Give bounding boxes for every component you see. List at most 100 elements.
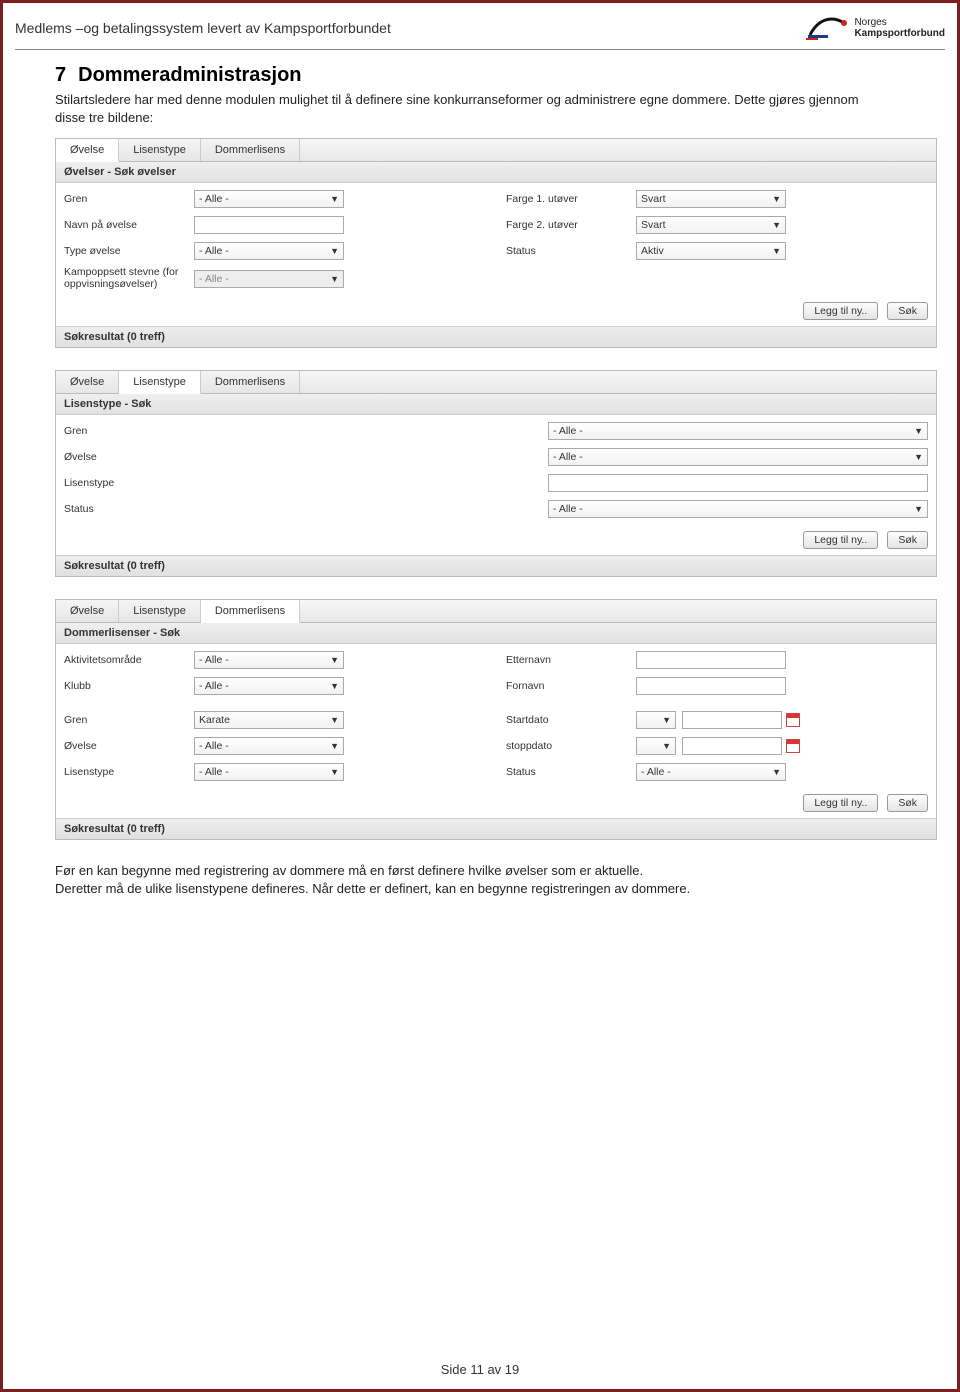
search-button[interactable]: Søk <box>887 302 928 320</box>
page-header: Medlems –og betalingssystem levert av Ka… <box>15 13 945 50</box>
label-fornavn: Fornavn <box>506 680 636 692</box>
input-stoppdato[interactable] <box>682 737 782 755</box>
search-button[interactable]: Søk <box>887 794 928 812</box>
label-gren: Gren <box>64 714 194 726</box>
label-stoppdato: stoppdato <box>506 740 636 752</box>
tabs: Øvelse Lisenstype Dommerlisens <box>56 600 936 623</box>
select-type[interactable]: - Alle -▼ <box>194 242 344 260</box>
panel-dommerlisens: Øvelse Lisenstype Dommerlisens Dommerlis… <box>55 599 937 840</box>
tab-ovelse[interactable]: Øvelse <box>56 600 119 622</box>
label-klubb: Klubb <box>64 680 194 692</box>
tab-dommerlisens[interactable]: Dommerlisens <box>201 139 300 161</box>
input-etternavn[interactable] <box>636 651 786 669</box>
label-aktivitet: Aktivitetsområde <box>64 654 194 666</box>
label-status: Status <box>506 245 636 257</box>
label-lisenstype: Lisenstype <box>64 477 174 489</box>
chevron-down-icon: ▼ <box>772 767 781 777</box>
input-startdato[interactable] <box>682 711 782 729</box>
chevron-down-icon: ▼ <box>330 767 339 777</box>
select-status[interactable]: - Alle -▼ <box>636 763 786 781</box>
input-navn[interactable] <box>194 216 344 234</box>
calendar-icon[interactable] <box>786 713 800 727</box>
header-title: Medlems –og betalingssystem levert av Ka… <box>15 20 391 36</box>
select-kampoppsett: - Alle -▼ <box>194 270 344 288</box>
label-startdato: Startdato <box>506 714 636 726</box>
section-title: Dommeradministrasjon <box>78 64 301 86</box>
label-kampoppsett: Kampoppsett stevne (for oppvisningsøvels… <box>64 267 194 290</box>
chevron-down-icon: ▼ <box>662 741 671 751</box>
select-lisenstype[interactable]: - Alle -▼ <box>194 763 344 781</box>
chevron-down-icon: ▼ <box>330 655 339 665</box>
panel1-result: Søkresultat (0 treff) <box>56 326 936 347</box>
chevron-down-icon: ▼ <box>914 426 923 436</box>
label-lisenstype: Lisenstype <box>64 766 194 778</box>
input-lisenstype[interactable] <box>548 474 928 492</box>
chevron-down-icon: ▼ <box>330 715 339 725</box>
label-gren: Gren <box>64 193 194 205</box>
select-gren[interactable]: - Alle -▼ <box>194 190 344 208</box>
chevron-down-icon: ▼ <box>330 246 339 256</box>
select-gren[interactable]: - Alle -▼ <box>548 422 928 440</box>
tab-dommerlisens[interactable]: Dommerlisens <box>201 600 300 623</box>
chevron-down-icon: ▼ <box>772 246 781 256</box>
select-ovelse[interactable]: - Alle -▼ <box>194 737 344 755</box>
select-status[interactable]: - Alle -▼ <box>548 500 928 518</box>
page-footer: Side 11 av 19 <box>3 1362 957 1377</box>
outro-paragraph: Før en kan begynne med registrering av d… <box>55 862 875 897</box>
section-number: 7 <box>55 64 66 86</box>
panel2-result: Søkresultat (0 treff) <box>56 555 936 576</box>
select-farge1[interactable]: Svart▼ <box>636 190 786 208</box>
chevron-down-icon: ▼ <box>772 220 781 230</box>
select-gren[interactable]: Karate▼ <box>194 711 344 729</box>
search-button[interactable]: Søk <box>887 531 928 549</box>
chevron-down-icon: ▼ <box>914 452 923 462</box>
chevron-down-icon: ▼ <box>330 681 339 691</box>
logo-icon <box>804 13 848 43</box>
calendar-icon[interactable] <box>786 739 800 753</box>
chevron-down-icon: ▼ <box>914 504 923 514</box>
label-status: Status <box>64 503 174 515</box>
chevron-down-icon: ▼ <box>330 194 339 204</box>
tab-lisenstype[interactable]: Lisenstype <box>119 600 201 622</box>
tab-lisenstype[interactable]: Lisenstype <box>119 139 201 161</box>
label-farge2: Farge 2. utøver <box>506 219 636 231</box>
panel-ovelser: Øvelse Lisenstype Dommerlisens Øvelser -… <box>55 138 937 348</box>
select-status[interactable]: Aktiv▼ <box>636 242 786 260</box>
panel3-result: Søkresultat (0 treff) <box>56 818 936 839</box>
chevron-down-icon: ▼ <box>330 741 339 751</box>
label-gren: Gren <box>64 425 174 437</box>
section-heading: 7 Dommeradministrasjon <box>55 64 945 87</box>
label-status: Status <box>506 766 636 778</box>
add-button[interactable]: Legg til ny.. <box>803 302 878 320</box>
logo: Norges Kampsportforbund <box>804 13 945 43</box>
document-page: Medlems –og betalingssystem levert av Ka… <box>0 0 960 1392</box>
tab-dommerlisens[interactable]: Dommerlisens <box>201 371 300 393</box>
input-fornavn[interactable] <box>636 677 786 695</box>
tabs: Øvelse Lisenstype Dommerlisens <box>56 371 936 394</box>
add-button[interactable]: Legg til ny.. <box>803 531 878 549</box>
intro-paragraph: Stilartsledere har med denne modulen mul… <box>55 91 875 126</box>
panel3-subheader: Dommerlisenser - Søk <box>56 623 936 644</box>
label-farge1: Farge 1. utøver <box>506 193 636 205</box>
select-stop-day[interactable]: ▼ <box>636 737 676 755</box>
tab-ovelse[interactable]: Øvelse <box>56 139 119 162</box>
panel-lisenstype: Øvelse Lisenstype Dommerlisens Lisenstyp… <box>55 370 937 577</box>
add-button[interactable]: Legg til ny.. <box>803 794 878 812</box>
select-farge2[interactable]: Svart▼ <box>636 216 786 234</box>
logo-text-line2: Kampsportforbund <box>854 28 945 39</box>
chevron-down-icon: ▼ <box>330 274 339 284</box>
chevron-down-icon: ▼ <box>772 194 781 204</box>
chevron-down-icon: ▼ <box>662 715 671 725</box>
label-ovelse: Øvelse <box>64 740 194 752</box>
tab-lisenstype[interactable]: Lisenstype <box>119 371 201 394</box>
select-klubb[interactable]: - Alle -▼ <box>194 677 344 695</box>
panel2-subheader: Lisenstype - Søk <box>56 394 936 415</box>
panel1-subheader: Øvelser - Søk øvelser <box>56 162 936 183</box>
label-type: Type øvelse <box>64 245 194 257</box>
logo-text-line1: Norges <box>854 17 945 28</box>
select-aktivitet[interactable]: - Alle -▼ <box>194 651 344 669</box>
select-ovelse[interactable]: - Alle -▼ <box>548 448 928 466</box>
tab-ovelse[interactable]: Øvelse <box>56 371 119 393</box>
label-ovelse: Øvelse <box>64 451 174 463</box>
select-start-day[interactable]: ▼ <box>636 711 676 729</box>
